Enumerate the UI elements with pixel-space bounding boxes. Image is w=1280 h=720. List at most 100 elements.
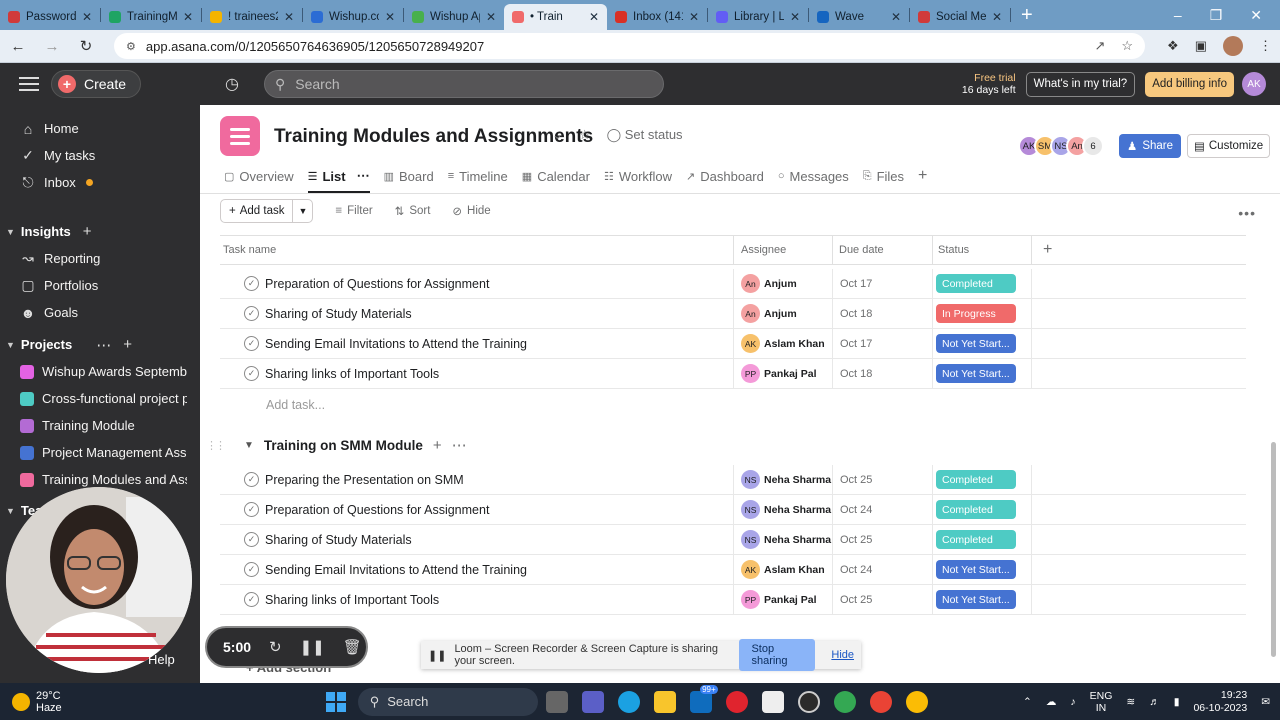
add-task-dropdown-icon[interactable]: ▼	[293, 206, 312, 216]
trash-icon[interactable]: 🗑	[343, 638, 362, 656]
language-indicator[interactable]: ENG IN	[1090, 690, 1113, 714]
project-members[interactable]: AK SM NS An 6	[1018, 135, 1104, 157]
table-row[interactable]: ✓ Sending Email Invitations to Attend the…	[220, 555, 1246, 585]
scrollbar[interactable]	[1271, 267, 1276, 677]
new-tab-icon[interactable]: +	[1021, 4, 1033, 27]
hide-button[interactable]: ⊘ Hide	[452, 204, 490, 218]
table-row[interactable]: ✓ Sharing links of Important Tools PP Panka…	[220, 359, 1246, 389]
complete-task-checkbox[interactable]: ✓	[244, 336, 259, 351]
status-cell[interactable]: In Progress	[933, 299, 1032, 328]
status-cell[interactable]: Completed	[933, 495, 1032, 524]
notification-icon[interactable]: ✉	[1261, 696, 1270, 708]
task-name[interactable]: Sharing links of Important Tools	[265, 367, 439, 381]
task-name[interactable]: Preparing the Presentation on SMM	[265, 473, 464, 487]
whats-in-trial-button[interactable]: What's in my trial?	[1025, 71, 1136, 97]
task-name-cell[interactable]: ✓ Preparing the Presentation on SMM	[220, 465, 734, 494]
sidebar-project-item[interactable]: Cross-functional project p...	[0, 385, 200, 412]
chrome-profile2-icon[interactable]	[869, 690, 892, 713]
project-title[interactable]: Training Modules and Assignments	[274, 126, 593, 148]
add-project-icon[interactable]: +	[123, 336, 132, 353]
assignee-cell[interactable]: NS Neha Sharma	[734, 525, 833, 554]
member-count[interactable]: 6	[1082, 135, 1104, 157]
opera-icon[interactable]	[725, 690, 748, 713]
more-icon[interactable]: ⋯	[96, 336, 111, 354]
due-date-cell[interactable]: Oct 25	[833, 465, 933, 494]
task-name[interactable]: Sending Email Invitations to Attend the …	[265, 563, 527, 577]
add-to-section-icon[interactable]: +	[433, 437, 442, 454]
tab-workflow[interactable]: ☷ Workflow	[604, 165, 672, 187]
table-row[interactable]: ✓ Sharing of Study Materials An Anjum Oct 18…	[220, 299, 1246, 329]
col-status[interactable]: Status	[933, 236, 1032, 264]
browser-tab[interactable]: Wishup Ap ✕	[404, 4, 504, 30]
complete-task-checkbox[interactable]: ✓	[244, 502, 259, 517]
complete-task-checkbox[interactable]: ✓	[244, 472, 259, 487]
close-tab-icon[interactable]: ✕	[486, 10, 496, 24]
browser-tab[interactable]: Library | Lo ✕	[708, 4, 808, 30]
due-date-cell[interactable]: Oct 17	[833, 269, 933, 298]
task-name-cell[interactable]: ✓ Sending Email Invitations to Attend the…	[220, 329, 734, 358]
tab-dashboard[interactable]: ↗ Dashboard	[686, 165, 764, 187]
complete-task-checkbox[interactable]: ✓	[244, 592, 259, 607]
due-date-cell[interactable]: Oct 18	[833, 359, 933, 388]
complete-task-checkbox[interactable]: ✓	[244, 366, 259, 381]
sidebar-item-my-tasks[interactable]: ✓ My tasks	[0, 142, 200, 169]
assignee-cell[interactable]: An Anjum	[734, 269, 833, 298]
file-explorer-icon[interactable]	[653, 690, 676, 713]
sidebar-item-inbox[interactable]: ⎋ Inbox	[0, 169, 200, 196]
microphone-icon[interactable]: ♪	[1070, 696, 1075, 708]
tray-chevron-icon[interactable]: ⌃	[1023, 696, 1032, 708]
mail-icon[interactable]: 99+	[689, 684, 718, 713]
col-due-date[interactable]: Due date	[833, 236, 933, 264]
status-cell[interactable]: Completed	[933, 525, 1032, 554]
sidebar-project-item[interactable]: Project Management Assi...	[0, 439, 200, 466]
assignee-cell[interactable]: NS Neha Sharma	[734, 465, 833, 494]
assignee-cell[interactable]: PP Pankaj Pal	[734, 359, 833, 388]
browser-tab[interactable]: Social Me ✕	[910, 4, 1010, 30]
due-date-cell[interactable]: Oct 18	[833, 299, 933, 328]
due-date-cell[interactable]: Oct 24	[833, 555, 933, 584]
close-tab-icon[interactable]: ✕	[183, 10, 193, 24]
table-row[interactable]: ✓ Preparation of Questions for Assignment…	[220, 269, 1246, 299]
col-task-name[interactable]: Task name	[220, 236, 734, 264]
tab-list[interactable]: ☰ List ⋯	[307, 165, 370, 193]
webcam-bubble[interactable]	[6, 487, 192, 673]
site-info-icon[interactable]: ⚙	[126, 40, 136, 53]
complete-task-checkbox[interactable]: ✓	[244, 306, 259, 321]
task-name-cell[interactable]: ✓ Sharing of Study Materials	[220, 525, 734, 554]
close-tab-icon[interactable]: ✕	[992, 10, 1002, 24]
minimize-icon[interactable]: –	[1174, 7, 1182, 24]
close-tab-icon[interactable]: ✕	[689, 10, 699, 24]
history-icon[interactable]: ◷	[225, 74, 239, 94]
browser-tab[interactable]: TrainingMo ✕	[101, 4, 201, 30]
volume-icon[interactable]: ♬	[1149, 696, 1160, 708]
set-status-button[interactable]: ◯ Set status	[607, 127, 683, 143]
table-row[interactable]: ✓ Preparing the Presentation on SMM NS Neha…	[220, 465, 1246, 495]
close-tab-icon[interactable]: ✕	[790, 10, 800, 24]
sidebar-item-home[interactable]: ⌂ Home	[0, 115, 200, 142]
table-row[interactable]: ✓ Sending Email Invitations to Attend the…	[220, 329, 1246, 359]
scrollbar-thumb[interactable]	[1271, 442, 1276, 657]
chrome-icon[interactable]	[833, 690, 856, 713]
bookmark-star-icon[interactable]: ☆	[1121, 38, 1133, 54]
status-cell[interactable]: Not Yet Start...	[933, 329, 1032, 358]
project-list-icon[interactable]	[220, 116, 260, 156]
share-page-icon[interactable]: ↗	[1094, 38, 1105, 54]
sidebar-item-portfolios[interactable]: ▢ Portfolios	[0, 272, 200, 299]
create-button[interactable]: + Create	[51, 70, 142, 98]
assignee-cell[interactable]: AK Aslam Khan	[734, 555, 833, 584]
assignee-cell[interactable]: AK Aslam Khan	[734, 329, 833, 358]
browser-tab[interactable]: Wave ✕	[809, 4, 909, 30]
sidebar-section-insights[interactable]: ▼ Insights +	[0, 218, 200, 245]
assignee-cell[interactable]: PP Pankaj Pal	[734, 585, 833, 614]
sidebar-project-item[interactable]: Wishup Awards Septemb...	[0, 358, 200, 385]
sidebar-item-reporting[interactable]: ↝ Reporting	[0, 245, 200, 272]
due-date-cell[interactable]: Oct 17	[833, 329, 933, 358]
browser-tab[interactable]: Wishup.co ✕	[303, 4, 403, 30]
weather-widget[interactable]: 29°C Haze	[12, 690, 62, 714]
status-cell[interactable]: Completed	[933, 465, 1032, 494]
task-name-cell[interactable]: ✓ Preparation of Questions for Assignment	[220, 269, 734, 298]
section-title[interactable]: Training on SMM Module	[264, 438, 423, 453]
table-row[interactable]: ✓ Sharing of Study Materials NS Neha Sharma…	[220, 525, 1246, 555]
chevron-down-icon[interactable]: ⌄	[552, 127, 563, 143]
status-cell[interactable]: Not Yet Start...	[933, 359, 1032, 388]
